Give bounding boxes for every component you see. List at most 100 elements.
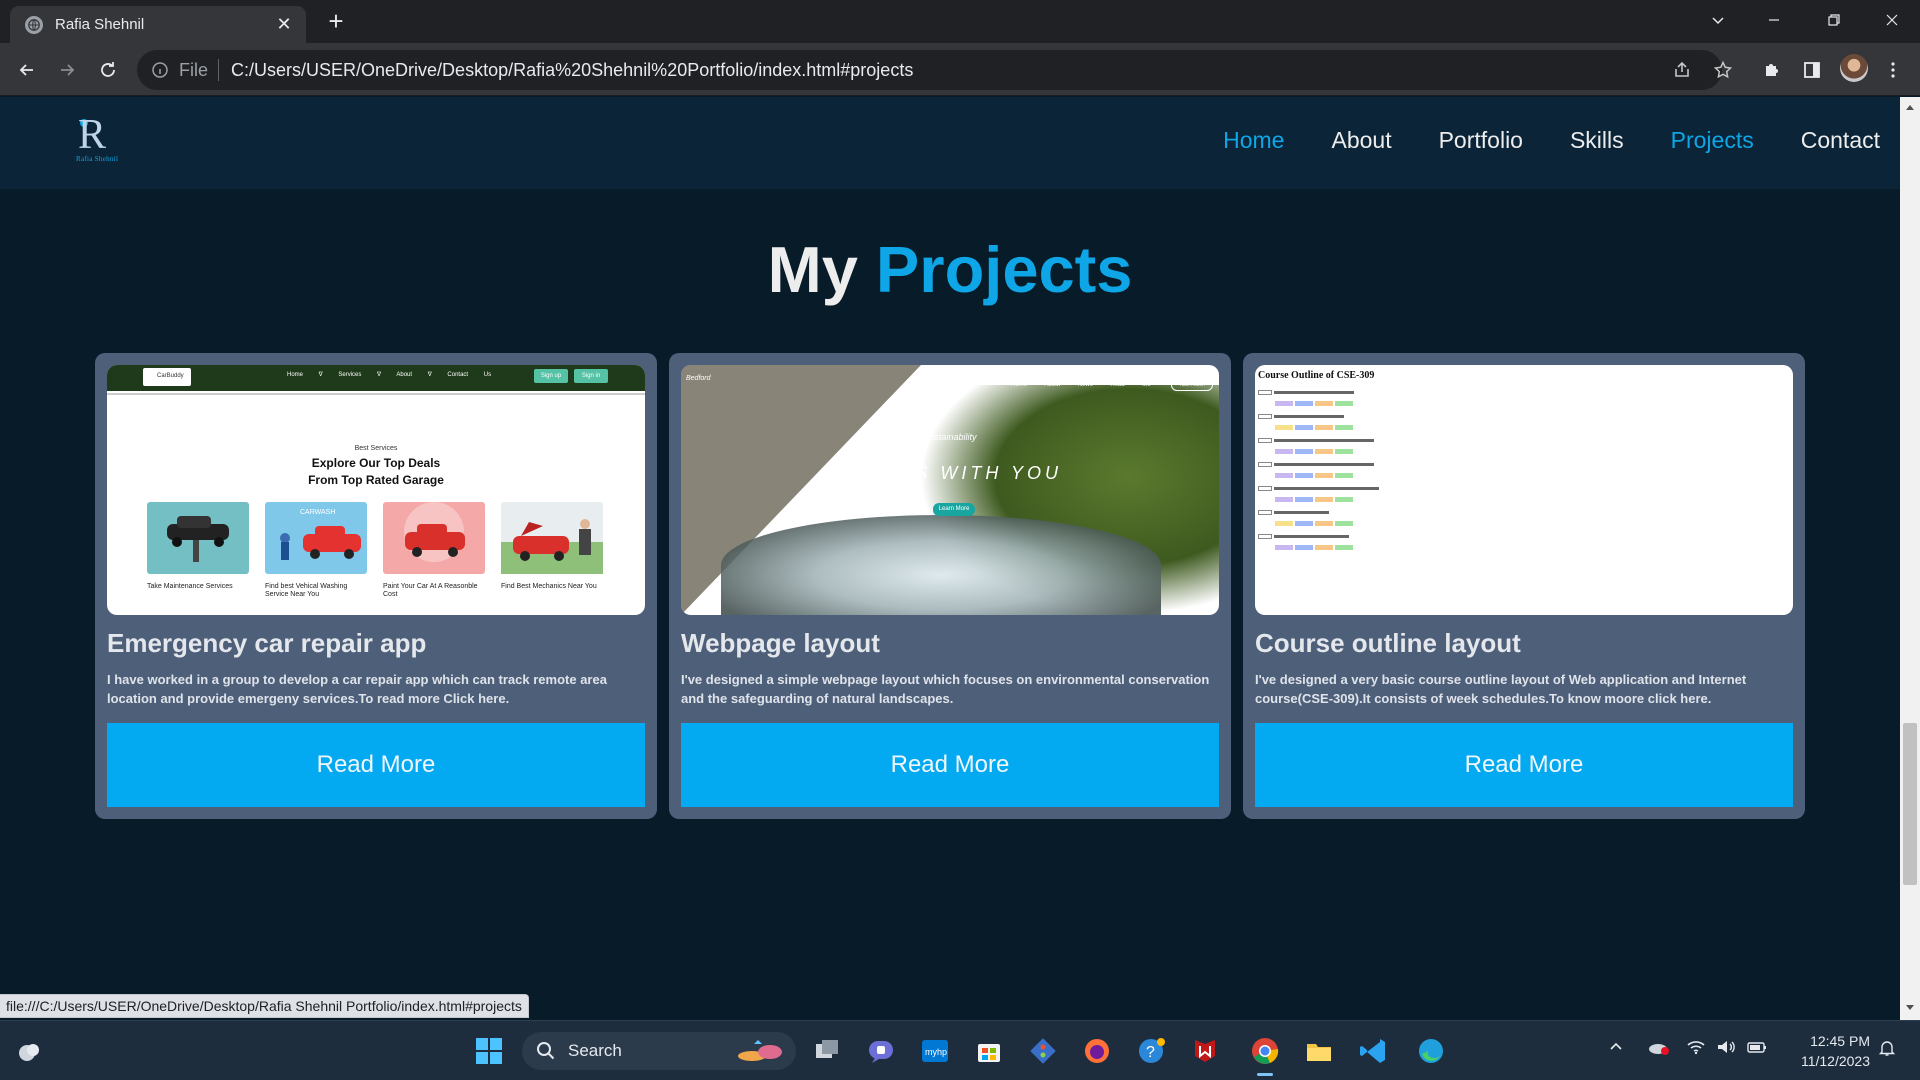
new-tab-button[interactable]: + <box>322 8 350 36</box>
edge-icon[interactable] <box>1414 1034 1448 1068</box>
weather-icon[interactable] <box>12 1034 46 1068</box>
week-row <box>1258 509 1329 515</box>
project-card-car-repair: CarBuddy Home ∇ Services ∇ About ∇ Conta… <box>95 353 657 819</box>
start-windows-icon[interactable] <box>472 1034 506 1068</box>
nav-home[interactable]: Home <box>1223 127 1284 154</box>
bookmark-star-icon[interactable] <box>1708 55 1738 85</box>
back-arrow-icon[interactable] <box>12 55 42 85</box>
nav-about[interactable]: About <box>1331 127 1391 154</box>
section-title: My Projects <box>0 232 1900 307</box>
nav-portfolio[interactable]: Portfolio <box>1439 127 1523 154</box>
service-caption-3: Paint Your Car At A Reasonble Cost <box>383 583 478 598</box>
scroll-up-arrow-icon[interactable] <box>1906 105 1914 110</box>
nav-skills[interactable]: Skills <box>1570 127 1624 154</box>
nav-projects[interactable]: Projects <box>1671 127 1754 154</box>
forward-arrow-icon[interactable] <box>52 55 82 85</box>
project-description: I have worked in a group to develop a ca… <box>107 672 607 706</box>
clock-date: 11/12/2023 <box>1800 1053 1870 1069</box>
link-status-bubble: file:///C:/Users/USER/OneDrive/Desktop/R… <box>0 994 529 1018</box>
windows-taskbar: Search myhp ? 12:45 PM 11/12/2023 <box>0 1020 1920 1080</box>
file-explorer-icon[interactable] <box>1302 1034 1336 1068</box>
project-thumbnail[interactable]: Bedford Home About News Read Me Take Act… <box>681 365 1219 615</box>
week-row <box>1258 461 1374 467</box>
tab-title: Rafia Shehnil <box>55 16 145 33</box>
thumb-divider <box>107 393 645 395</box>
thumb-signin: Sign in <box>574 369 608 383</box>
task-view-icon[interactable] <box>810 1034 844 1068</box>
page-viewport: R Rafia Shehnil Home About Portfolio Ski… <box>0 97 1900 1020</box>
mcafee-icon[interactable] <box>1188 1034 1222 1068</box>
project-thumbnail[interactable]: Course Outline of CSE-309 <box>1255 365 1793 615</box>
side-panel-icon[interactable] <box>1797 55 1827 85</box>
read-more-button[interactable]: Read More <box>681 723 1219 807</box>
extensions-puzzle-icon[interactable] <box>1757 55 1787 85</box>
globe-icon <box>25 15 43 34</box>
project-title: Course outline layout <box>1255 628 1521 658</box>
week-row <box>1258 533 1349 539</box>
taskbar-search[interactable]: Search <box>522 1032 796 1070</box>
scrollbar-thumb[interactable] <box>1903 723 1917 885</box>
notification-bell-icon[interactable] <box>1878 1039 1896 1060</box>
teams-chat-icon[interactable] <box>864 1034 898 1068</box>
restore-icon[interactable] <box>1806 0 1862 40</box>
chrome-icon[interactable] <box>1248 1034 1282 1068</box>
close-tab-icon[interactable]: ✕ <box>274 14 294 35</box>
project-description: I've designed a very basic course outlin… <box>1255 672 1747 706</box>
read-more-button[interactable]: Read More <box>1255 723 1793 807</box>
url-text[interactable]: C:/Users/USER/OneDrive/Desktop/Rafia%20S… <box>231 60 913 81</box>
service-caption-4: Find Best Mechanics Near You <box>501 583 597 590</box>
volume-icon[interactable] <box>1716 1039 1736 1058</box>
tab-search-chevron-icon[interactable] <box>1690 0 1746 40</box>
reload-icon[interactable] <box>93 55 123 85</box>
onedrive-error-icon[interactable] <box>1648 1039 1670 1060</box>
browser-toolbar: File C:/Users/USER/OneDrive/Desktop/Rafi… <box>0 43 1920 96</box>
mechanic-illustration <box>501 502 603 574</box>
myhp-icon[interactable]: myhp <box>918 1034 952 1068</box>
read-more-button[interactable]: Read More <box>107 723 645 807</box>
address-bar[interactable]: File C:/Users/USER/OneDrive/Desktop/Rafi… <box>137 50 1722 90</box>
thumb-nav-links: Home About News Read Me <box>1011 382 1151 388</box>
search-highlight-icon <box>738 1040 782 1061</box>
show-hidden-icons-chevron-icon[interactable] <box>1608 1039 1624 1058</box>
thumb-kicker: Sustainability <box>923 432 977 442</box>
section-title-accent: Projects <box>875 233 1133 306</box>
project-title: Webpage layout <box>681 628 880 658</box>
close-window-icon[interactable] <box>1864 0 1920 40</box>
week-row <box>1258 413 1344 419</box>
git-icon[interactable] <box>1026 1034 1060 1068</box>
thumb-heading: Course Outline of CSE-309 <box>1258 370 1375 381</box>
browser-menu-icon[interactable] <box>1878 55 1908 85</box>
minimize-icon[interactable] <box>1746 0 1802 40</box>
project-card-webpage-layout: Bedford Home About News Read Me Take Act… <box>669 353 1231 819</box>
logo-monogram: R <box>78 112 107 158</box>
car-paint-illustration <box>383 502 485 574</box>
project-thumbnail[interactable]: CarBuddy Home ∇ Services ∇ About ∇ Conta… <box>107 365 645 615</box>
vscode-icon[interactable] <box>1356 1034 1390 1068</box>
site-logo[interactable]: R Rafia Shehnil <box>72 112 128 169</box>
main-nav: Home About Portfolio Skills Projects Con… <box>1176 127 1880 154</box>
week-row <box>1258 485 1379 491</box>
browser-tab[interactable]: Rafia Shehnil ✕ <box>10 6 306 43</box>
wifi-icon[interactable] <box>1686 1039 1706 1058</box>
firefox-icon[interactable] <box>1080 1034 1114 1068</box>
nav-contact[interactable]: Contact <box>1801 127 1880 154</box>
scroll-down-arrow-icon[interactable] <box>1906 1005 1914 1010</box>
microsoft-store-icon[interactable] <box>972 1034 1006 1068</box>
page-scrollbar[interactable] <box>1900 97 1920 1020</box>
clock-time: 12:45 PM <box>1810 1033 1870 1049</box>
week-chips <box>1275 425 1353 430</box>
profile-avatar[interactable] <box>1840 54 1868 82</box>
system-clock[interactable]: 12:45 PM 11/12/2023 <box>1784 1031 1870 1071</box>
car-lift-illustration <box>147 502 249 574</box>
service-caption-1: Take Maintenance Services <box>147 583 233 590</box>
share-icon[interactable] <box>1667 55 1697 85</box>
logo-signature: Rafia Shehnil <box>76 155 119 163</box>
site-info-icon[interactable] <box>151 61 169 79</box>
browser-tabstrip: Rafia Shehnil ✕ + <box>0 0 1920 43</box>
help-icon[interactable]: ? <box>1134 1034 1168 1068</box>
battery-icon[interactable] <box>1746 1039 1768 1058</box>
project-description: I've designed a simple webpage layout wh… <box>681 672 1210 706</box>
carwash-label: CARWASH <box>300 509 335 516</box>
thumb-headline: STARTS WITH YOU <box>837 463 1062 483</box>
site-header: R Rafia Shehnil Home About Portfolio Ski… <box>0 97 1900 189</box>
